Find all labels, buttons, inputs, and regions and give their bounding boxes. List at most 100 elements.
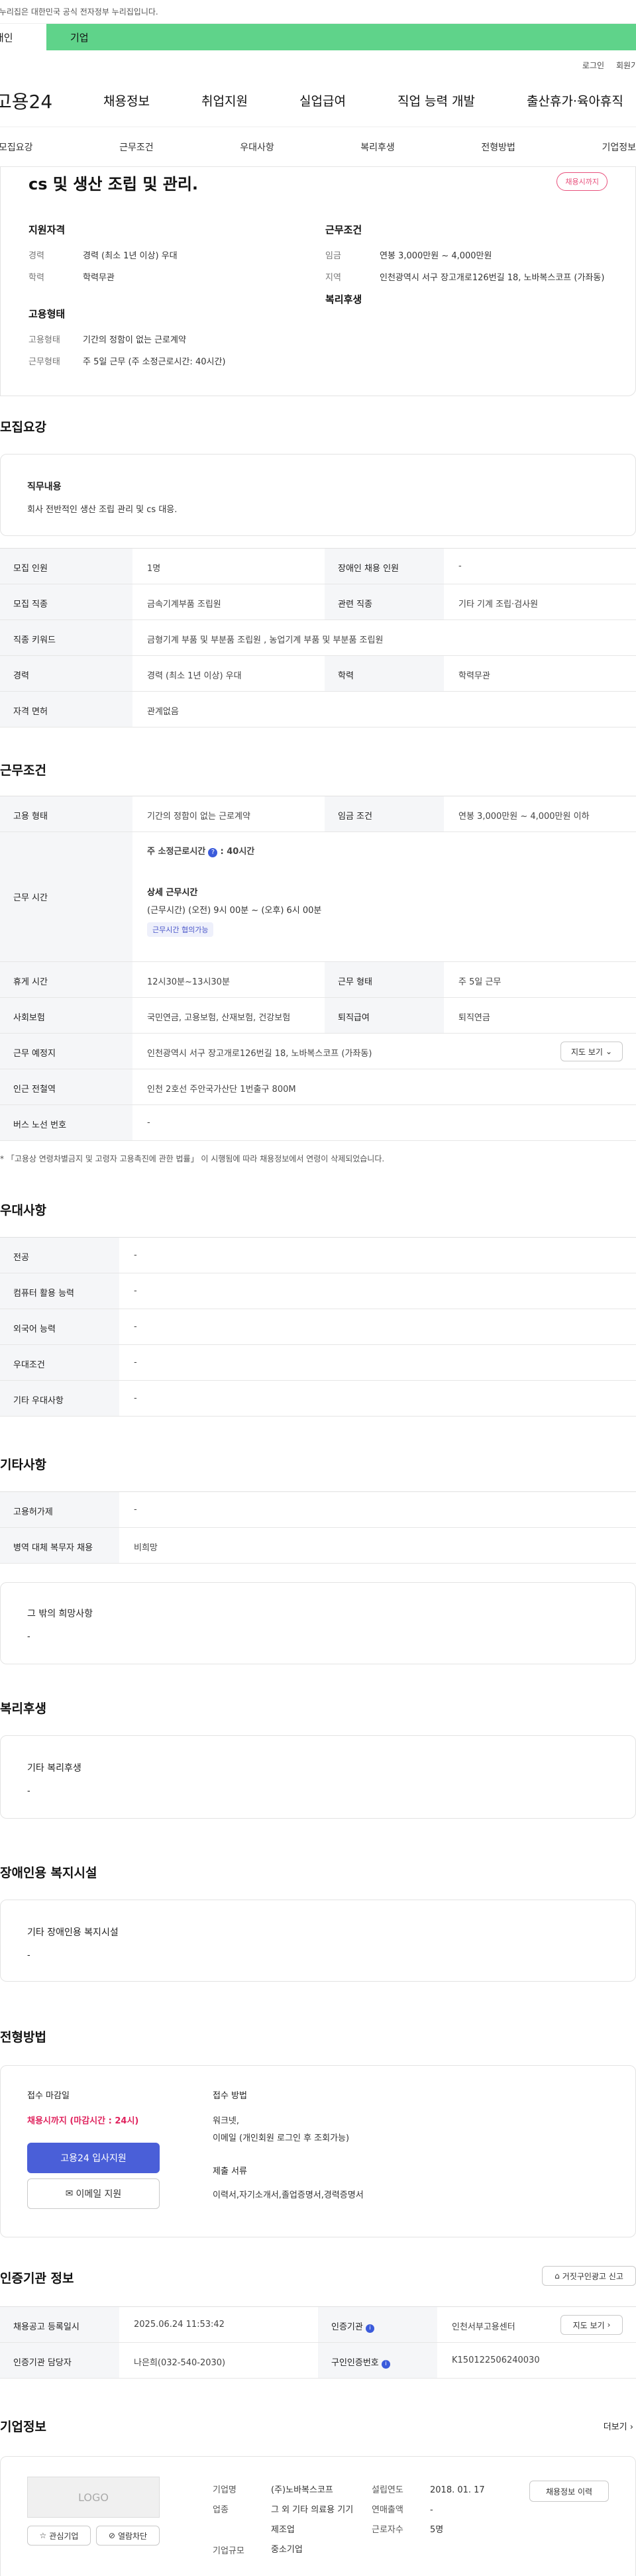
row-value: 금형기계 부품 및 부분품 조립원 , 농업기계 부품 및 부분품 조립원 (147, 635, 384, 645)
welfare-card: 기타 복리후생 - (0, 1735, 636, 1819)
agency-key: 인증기관 (331, 2322, 363, 2332)
disabled-facility-card: 기타 장애인용 복지시설 - (0, 1900, 636, 1982)
industry-value: 그 외 기타 의료용 기기 제조업 (271, 2505, 354, 2535)
signup-link[interactable]: 회원가입 (616, 60, 636, 74)
chevron-right-icon: › (607, 2320, 611, 2330)
nav-item-unemployment[interactable]: 실업급여 (299, 91, 346, 109)
job-history-button[interactable]: 채용정보 이력 (529, 2481, 609, 2502)
docs-label: 제출 서류 (213, 2167, 247, 2176)
size-key: 기업규모 (213, 2546, 244, 2556)
tab-conditions[interactable]: 근무조건 (119, 140, 154, 154)
tab-company[interactable]: 기업 (46, 24, 119, 50)
apply-button[interactable]: 고용24 입사지원 (27, 2143, 160, 2173)
company-more-link[interactable]: 더보기 › (604, 2420, 633, 2432)
info-icon[interactable]: i (365, 2324, 374, 2333)
cert-table: 채용공고 등록일시 2025.06.24 11:53:42 인증기관 i 인천서부고용… (0, 2306, 636, 2379)
tab-recruit[interactable]: 모집요강 (0, 140, 33, 154)
info-icon[interactable]: i (381, 2360, 390, 2369)
info-icon[interactable]: ? (208, 848, 218, 857)
nav-item-jobs[interactable]: 채용정보 (103, 91, 150, 109)
sales-key: 연매출액 (372, 2505, 403, 2515)
table-row: 전공 - (0, 1238, 636, 1273)
row-header: 경력 (0, 656, 132, 691)
row-value: - (147, 1118, 150, 1128)
row-header: 직종 키워드 (0, 620, 132, 655)
map-button-label: 지도 보기 (570, 1047, 603, 1057)
work-type-key: 근무형태 (28, 357, 60, 367)
row-header: 모집 직종 (0, 584, 132, 619)
nav-item-parental-leave[interactable]: 출산휴가·육아휴직 (527, 91, 623, 109)
row-value: K150122506240030 (452, 2355, 540, 2365)
row-header: 기타 우대사항 (0, 1381, 119, 1416)
chevron-down-icon: ⌄ (605, 1047, 613, 1056)
row-header: 관련 직종 (325, 584, 444, 619)
email-apply-button[interactable]: ✉ 이메일 지원 (27, 2178, 160, 2209)
name-key: 기업명 (213, 2485, 237, 2495)
favorite-company-label: 관심기업 (49, 2531, 79, 2541)
row-header: 사회보험 (0, 998, 132, 1033)
tab-preferences[interactable]: 우대사항 (240, 140, 274, 154)
company-keys-2: 설립연도 연매출액 근로자수 (372, 2481, 403, 2540)
favorite-company-button[interactable]: ☆ 관심기업 (27, 2526, 91, 2546)
block-view-button[interactable]: ⊘ 열람차단 (96, 2526, 160, 2546)
tab-company-info[interactable]: 기업정보 (602, 140, 636, 154)
tab-process[interactable]: 전형방법 (481, 140, 515, 154)
main-nav: 고용24 채용정보 취업지원 실업급여 직업 능력 개발 출산휴가·육아휴직 (0, 74, 636, 127)
company-section: 기업정보 더보기 › LOGO ☆ 관심기업 ⊘ 열람차단 기업명 업종 기업규모 … (0, 2417, 636, 2576)
table-row: 우대조건 - (0, 1345, 636, 1381)
site-logo[interactable]: 고용24 (0, 87, 78, 114)
table-row: 고용허가제 - (0, 1492, 636, 1528)
tab-welfare[interactable]: 복리후생 (360, 140, 395, 154)
qualification-block: 지원자격 경력 경력 (최소 1년 이상) 우대 학력 학력무관 고용형태 고용형태… (28, 223, 293, 376)
tab-individual[interactable]: 개인 (0, 24, 46, 50)
row-value: 주 5일 근무 (458, 977, 502, 987)
row-value: 금속기계부품 조립원 (147, 600, 221, 610)
report-false-ad-button[interactable]: ⌂ 거짓구인광고 신고 (542, 2266, 636, 2286)
row-header: 휴게 시간 (0, 962, 132, 997)
company-card: LOGO ☆ 관심기업 ⊘ 열람차단 기업명 업종 기업규모 (주)노바복스코프 그… (0, 2456, 636, 2576)
row-header: 병역 대체 복무자 채용 (0, 1528, 119, 1563)
disabled-facility-section: 장애인용 복지시설 기타 장애인용 복지시설 - (0, 1863, 636, 1982)
row-header: 전공 (0, 1238, 119, 1273)
career-key: 경력 (28, 251, 44, 261)
other-wishes-card: 그 밖의 희망사항 - (0, 1582, 636, 1664)
deadline-badge: 채용시까지 (556, 172, 608, 191)
home-icon: ⌂ (555, 2271, 560, 2281)
nav-item-training[interactable]: 직업 능력 개발 (398, 91, 475, 109)
login-link[interactable]: 로그인 (582, 60, 604, 74)
etc-section: 기타사항 고용허가제 - 병역 대체 복무자 채용 비희망 그 밖의 희망사항 - (0, 1455, 636, 1664)
deadline-value: 채용시까지 (마감시간 : 24시) (27, 2116, 139, 2126)
age-notice: * 「고용상 연령차별금지 및 고령자 고용촉진에 관한 법률」 이 시행됨에 … (0, 1154, 385, 1163)
table-row: 고용 형태 기간의 정함이 없는 근로계약 임금 조건 연봉 3,000만원 ~ 4,… (0, 796, 636, 832)
row-value: 관계없음 (147, 707, 179, 717)
conditions-title: 근무조건 (0, 763, 46, 778)
agency-detail-label: 지도 보기 (572, 2320, 605, 2330)
section-tabs: 모집요강 근무조건 우대사항 복리후생 전형방법 기업정보 (0, 127, 636, 167)
table-row: 모집 인원 1명 장애인 채용 인원 - (0, 549, 636, 584)
etc-table: 고용허가제 - 병역 대체 복무자 채용 비희망 (0, 1491, 636, 1564)
job-title: cs 및 생산 조립 및 관리. (28, 175, 199, 193)
row-header: 외국어 능력 (0, 1309, 119, 1344)
row-value: 12시30분~13시30분 (147, 977, 230, 987)
agency-detail-button[interactable]: 지도 보기 › (560, 2315, 623, 2335)
etc-title: 기타사항 (0, 1458, 46, 1472)
detail-hours-label: 상세 근무시간 (147, 888, 198, 898)
row-header: 채용공고 등록일시 (0, 2307, 119, 2342)
map-button[interactable]: 지도 보기 ⌄ (560, 1042, 623, 1061)
education-key: 학력 (28, 273, 44, 283)
row-header: 인증기관 i (318, 2307, 437, 2342)
job-history-label: 채용정보 이력 (545, 2487, 593, 2496)
gov-banner-text: 이 누리집은 대한민국 공식 전자정부 누리집입니다. (0, 7, 158, 17)
row-header: 장애인 채용 인원 (325, 549, 444, 584)
row-value: - (134, 1505, 137, 1515)
employment-heading: 고용형태 (28, 308, 66, 320)
row-header: 근무 형태 (325, 962, 444, 997)
nav-item-employment-support[interactable]: 취업지원 (201, 91, 248, 109)
disabled-facility-value: - (27, 1951, 30, 1960)
staff-key: 근로자수 (372, 2525, 403, 2535)
conditions-table: 고용 형태 기간의 정함이 없는 근로계약 임금 조건 연봉 3,000만원 ~ 4,… (0, 796, 636, 1141)
row-header: 고용 형태 (0, 796, 132, 832)
company-more-label: 더보기 (603, 2422, 627, 2432)
table-row: 휴게 시간 12시30분~13시30분 근무 형태 주 5일 근무 (0, 962, 636, 998)
row-value: - (134, 1322, 137, 1332)
